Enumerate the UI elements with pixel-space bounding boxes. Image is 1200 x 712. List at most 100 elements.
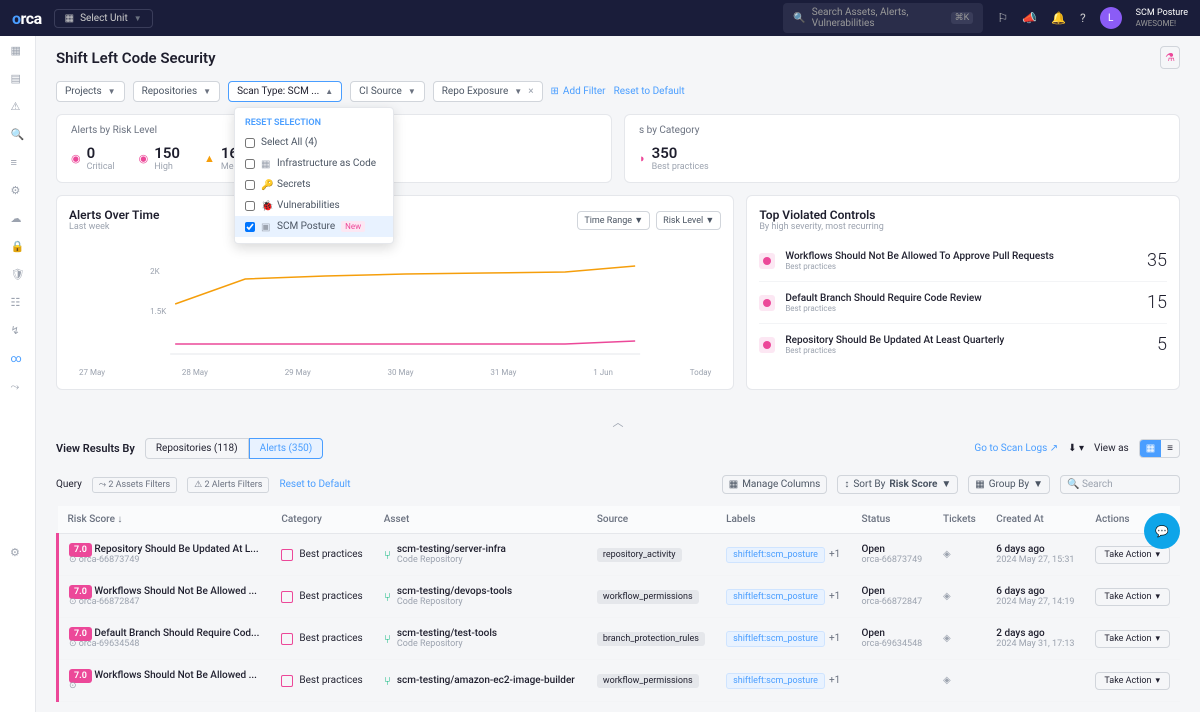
- filter-ci-source[interactable]: CI Source▼: [350, 81, 425, 102]
- category-label: s by Category: [639, 125, 1165, 136]
- violated-item-2[interactable]: Repository Should Be Updated At Least Qu…: [759, 324, 1167, 365]
- col-source[interactable]: Source: [587, 506, 716, 534]
- filter-projects[interactable]: Projects▼: [56, 81, 125, 102]
- expand-arrow[interactable]: ︿: [56, 406, 1180, 438]
- table-search[interactable]: 🔍 Search: [1060, 475, 1180, 494]
- nav-shield-icon[interactable]: 🛡: [11, 268, 25, 282]
- alert-filters-badge[interactable]: ⚠ 2 Alerts Filters: [187, 477, 269, 493]
- scan-logs-link[interactable]: Go to Scan Logs ↗: [974, 443, 1058, 454]
- alerts-chart-card: Alerts Over Time Last week Time Range ▼ …: [56, 195, 734, 390]
- sort-by-select[interactable]: ↕ Sort By Risk Score ▼: [837, 475, 958, 494]
- select-all-checkbox[interactable]: [245, 138, 255, 148]
- left-nav: ▦ ▤ ⚠ 🔍 ≡ ⚙ ☁ 🔒 🛡 ☷ ↯ ∞ ⤳: [0, 36, 36, 712]
- top-violated-card: Top Violated Controls By high severity, …: [746, 195, 1180, 390]
- ticket-icon[interactable]: ◈: [943, 633, 951, 644]
- take-action-button[interactable]: Take Action ▾: [1095, 588, 1170, 606]
- iac-checkbox[interactable]: [245, 159, 255, 169]
- secrets-checkbox[interactable]: [245, 180, 255, 190]
- global-search[interactable]: 🔍 Search Assets, Alerts, Vulnerabilities…: [783, 3, 983, 33]
- tab-repositories[interactable]: Repositories (118): [145, 438, 249, 459]
- label-badge: shiftleft:scm_posture: [726, 673, 825, 689]
- ticket-icon[interactable]: ◈: [943, 549, 951, 560]
- topbar: orca ▦ Select Unit ▼ 🔍 Search Assets, Al…: [0, 0, 1200, 36]
- manage-columns-button[interactable]: ▦ Manage Columns: [722, 475, 828, 494]
- risk-level-select[interactable]: Risk Level ▼: [656, 211, 721, 230]
- col-category[interactable]: Category: [271, 506, 373, 534]
- chart-x-axis: 27 May28 May29 May30 May31 May1 JunToday: [69, 364, 721, 377]
- megaphone-icon[interactable]: 📣: [1022, 11, 1037, 25]
- ticket-icon[interactable]: ◈: [943, 591, 951, 602]
- source-badge: workflow_permissions: [597, 590, 699, 604]
- filter-scan-type[interactable]: Scan Type: SCM ...▲: [228, 81, 342, 102]
- violated-item-1[interactable]: Default Branch Should Require Code Revie…: [759, 282, 1167, 324]
- table-row[interactable]: 7.0 Repository Should Be Updated At L...…: [58, 534, 1181, 576]
- table-row[interactable]: 7.0 Workflows Should Not Be Allowed ...⊙…: [58, 660, 1181, 702]
- filter-toggle-button[interactable]: ⚗: [1160, 46, 1180, 69]
- flag-icon[interactable]: ⚐: [997, 11, 1008, 25]
- chat-fab[interactable]: 💬: [1144, 513, 1180, 549]
- col-asset[interactable]: Asset: [374, 506, 587, 534]
- chart-title: Alerts Over Time: [69, 208, 159, 222]
- nav-gear-icon[interactable]: ⚙: [11, 184, 25, 198]
- dropdown-item-iac[interactable]: ▦Infrastructure as Code: [235, 153, 393, 174]
- stat-high[interactable]: ◉150High: [139, 144, 180, 172]
- nav-apps-icon[interactable]: ▦: [11, 44, 25, 58]
- bug-icon: 🐞: [261, 201, 271, 211]
- vulns-checkbox[interactable]: [245, 201, 255, 211]
- nav-lock-icon[interactable]: 🔒: [11, 240, 25, 254]
- add-filter-button[interactable]: ⊞ Add Filter: [551, 86, 606, 97]
- nav-alert-icon[interactable]: ⚠: [11, 100, 25, 114]
- nav-list-icon[interactable]: ▤: [11, 72, 25, 86]
- avatar[interactable]: L: [1100, 7, 1122, 29]
- download-button[interactable]: ⬇ ▾: [1068, 443, 1084, 454]
- user-info[interactable]: SCM PostureAWESOME!: [1136, 8, 1188, 28]
- ticket-icon[interactable]: ◈: [943, 675, 951, 686]
- nav-branch-icon[interactable]: ⤳: [11, 380, 25, 394]
- source-badge: repository_activity: [597, 548, 682, 562]
- stat-critical[interactable]: ◉0Critical: [71, 144, 115, 172]
- nav-menu-icon[interactable]: ≡: [11, 156, 25, 170]
- nav-cloud-icon[interactable]: ☁: [11, 212, 25, 226]
- unit-selector[interactable]: ▦ Select Unit ▼: [54, 9, 153, 28]
- violated-subtitle: By high severity, most recurring: [759, 222, 1167, 232]
- alerts-line-chart: 2K 1.5K: [69, 244, 721, 364]
- col-status[interactable]: Status: [852, 506, 933, 534]
- col-created[interactable]: Created At: [986, 506, 1085, 534]
- label-badge: shiftleft:scm_posture: [726, 589, 825, 605]
- nav-flow-icon[interactable]: ↯: [11, 324, 25, 338]
- source-badge: branch_protection_rules: [597, 632, 705, 646]
- view-toggle[interactable]: ▦≡: [1139, 439, 1180, 458]
- col-tickets[interactable]: Tickets: [933, 506, 986, 534]
- col-labels[interactable]: Labels: [716, 506, 851, 534]
- group-by-select[interactable]: ▦ Group By ▼: [968, 475, 1050, 494]
- nav-infinity-icon[interactable]: ∞: [11, 352, 25, 366]
- col-risk-score[interactable]: Risk Score ↓: [58, 506, 272, 534]
- tab-alerts[interactable]: Alerts (350): [249, 438, 324, 459]
- scm-checkbox[interactable]: [245, 222, 255, 232]
- filter-repositories[interactable]: Repositories▼: [133, 81, 220, 102]
- repo-icon: ⑂: [384, 548, 391, 562]
- dropdown-item-scm[interactable]: ▣SCM Posture New: [235, 216, 393, 237]
- take-action-button[interactable]: Take Action ▾: [1095, 672, 1170, 690]
- chart-line-pink: [175, 341, 635, 344]
- asset-filters-badge[interactable]: ⤳ 2 Assets Filters: [92, 477, 177, 493]
- filter-repo-exposure[interactable]: Repo Exposure▼ ×: [433, 81, 543, 102]
- time-range-select[interactable]: Time Range ▼: [577, 211, 650, 230]
- dropdown-select-all[interactable]: Select All (4): [235, 132, 393, 153]
- query-reset-link[interactable]: Reset to Default: [279, 479, 350, 490]
- reset-filters-link[interactable]: Reset to Default: [614, 86, 685, 97]
- settings-footer-icon[interactable]: ⚙: [10, 546, 20, 559]
- table-row[interactable]: 7.0 Default Branch Should Require Cod...…: [58, 618, 1181, 660]
- take-action-button[interactable]: Take Action ▾: [1095, 630, 1170, 648]
- help-icon[interactable]: ?: [1080, 11, 1086, 25]
- violated-item-0[interactable]: Workflows Should Not Be Allowed To Appro…: [759, 240, 1167, 282]
- bell-icon[interactable]: 🔔: [1051, 11, 1066, 25]
- dropdown-item-secrets[interactable]: 🔑Secrets: [235, 174, 393, 195]
- table-row[interactable]: 7.0 Workflows Should Not Be Allowed ...⊙…: [58, 576, 1181, 618]
- nav-search-icon[interactable]: 🔍: [11, 128, 25, 142]
- dropdown-reset[interactable]: RESET SELECTION: [235, 114, 393, 132]
- category-icon: [281, 633, 293, 645]
- stat-best-practices[interactable]: ◗350Best practices: [639, 144, 709, 172]
- dropdown-item-vulns[interactable]: 🐞Vulnerabilities: [235, 195, 393, 216]
- nav-layers-icon[interactable]: ☷: [11, 296, 25, 310]
